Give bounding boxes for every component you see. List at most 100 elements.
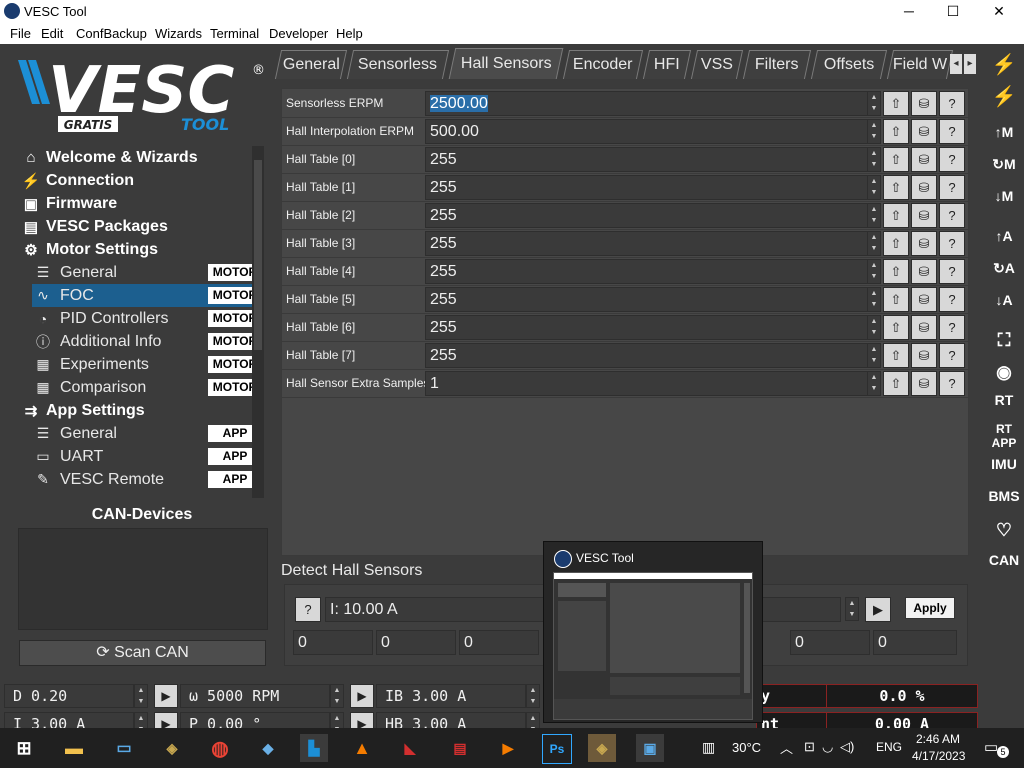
upload-icon[interactable]: ⇧	[883, 259, 909, 284]
tab-offsets[interactable]: Offsets	[810, 50, 888, 79]
help-icon[interactable]: ?	[939, 371, 965, 396]
wifi-icon[interactable]: ◡	[822, 739, 833, 755]
nav-motor-comparison[interactable]: ▦ Comparison MOTOR	[32, 376, 264, 399]
param-value-field[interactable]: 255	[425, 175, 873, 200]
app-red-icon[interactable]: ◣	[396, 734, 424, 762]
hall-result-field[interactable]: 0	[873, 630, 957, 655]
spinbox-arrows[interactable]: ▲▼	[867, 147, 881, 172]
spinbox-arrows[interactable]: ▲▼	[867, 343, 881, 368]
menu-wizards[interactable]: Wizards	[155, 26, 202, 41]
close-button[interactable]: ✕	[976, 0, 1022, 23]
spinbox-arrows[interactable]: ▲▼	[867, 315, 881, 340]
read-default-motor-config-icon[interactable]: ↻M	[984, 156, 1024, 173]
hall-result-field[interactable]: 0	[459, 630, 539, 655]
vlc-icon[interactable]: ▲	[348, 734, 376, 762]
upload-icon[interactable]: ⇧	[883, 175, 909, 200]
tab-scroll-right-icon[interactable]: ▸	[964, 54, 976, 74]
tab-scroll-left-icon[interactable]: ◂	[950, 54, 962, 74]
taskbar-app-icon[interactable]: ▙	[300, 734, 328, 762]
nav-packages[interactable]: ▤ VESC Packages	[22, 215, 168, 238]
help-icon[interactable]: ?	[939, 203, 965, 228]
nav-app-uart[interactable]: ▭ UART APP	[32, 445, 264, 468]
nav-motor-foc[interactable]: ∿ FOC MOTOR	[32, 284, 264, 307]
spinbox-arrows[interactable]: ▲▼	[867, 259, 881, 284]
brake-current-field[interactable]: IB 3.00 A	[376, 684, 526, 708]
nav-app-settings[interactable]: ⇉ App Settings	[22, 399, 145, 422]
windows-start-icon[interactable]: ⊞	[10, 734, 38, 762]
spinbox-arrows[interactable]: ▲▼	[867, 91, 881, 116]
play-icon[interactable]: ▶	[154, 684, 178, 708]
param-value-field[interactable]: 255	[425, 315, 873, 340]
nav-connection[interactable]: ⚡ Connection	[22, 169, 134, 192]
spinbox-arrows[interactable]: ▲▼	[330, 684, 344, 708]
write-motor-config-icon[interactable]: ↓M	[984, 188, 1024, 204]
tab-encoder[interactable]: Encoder	[562, 50, 644, 79]
help-icon[interactable]: ?	[939, 287, 965, 312]
help-icon[interactable]: ?	[939, 315, 965, 340]
tab-general[interactable]: General	[274, 50, 348, 79]
media-player-icon[interactable]: ▶	[494, 734, 522, 762]
database-icon[interactable]: ⛁	[911, 147, 937, 172]
param-value-field[interactable]: 500.00	[425, 119, 873, 144]
tab-filters[interactable]: Filters	[742, 50, 812, 79]
menu-terminal[interactable]: Terminal	[210, 26, 259, 41]
play-icon[interactable]: ▶	[865, 597, 891, 622]
scan-can-button[interactable]: ⟳ Scan CAN	[19, 640, 266, 666]
spinbox-arrows[interactable]: ▲▼	[867, 175, 881, 200]
help-icon[interactable]: ?	[939, 259, 965, 284]
help-icon[interactable]: ?	[295, 597, 321, 622]
preview-thumbnail[interactable]	[553, 572, 753, 720]
tab-sensorless[interactable]: Sensorless	[346, 50, 450, 79]
laptop-icon[interactable]: ▭	[110, 734, 138, 762]
rpm-field[interactable]: ω 5000 RPM	[180, 684, 330, 708]
gamepad-icon[interactable]: ◉	[984, 362, 1024, 383]
menu-edit[interactable]: Edit	[41, 26, 63, 41]
database-icon[interactable]: ⛁	[911, 91, 937, 116]
help-icon[interactable]: ?	[939, 175, 965, 200]
nav-app-general[interactable]: ☰ General APP	[32, 422, 264, 445]
upload-icon[interactable]: ⇧	[883, 343, 909, 368]
hall-result-field[interactable]: 0	[293, 630, 373, 655]
spinbox-arrows[interactable]: ▲▼	[867, 231, 881, 256]
realtime-app-data-icon[interactable]: RT APP	[984, 422, 1024, 450]
league-icon[interactable]: ◈	[158, 734, 186, 762]
nav-welcome[interactable]: ⌂ Welcome & Wizards	[22, 146, 197, 169]
network-icon[interactable]: ⊡	[804, 739, 815, 755]
flag-icon[interactable]: ▤	[446, 734, 474, 762]
spinbox-arrows[interactable]: ▲▼	[526, 684, 540, 708]
nav-firmware[interactable]: ▣ Firmware	[22, 192, 117, 215]
help-icon[interactable]: ?	[939, 91, 965, 116]
param-value-field[interactable]: 255	[425, 259, 873, 284]
param-value-field[interactable]: 255	[425, 231, 873, 256]
minimize-button[interactable]: ─	[886, 0, 932, 23]
taskbar-preview-popup[interactable]: VESC Tool	[543, 541, 763, 723]
upload-icon[interactable]: ⇧	[883, 147, 909, 172]
chrome-icon[interactable]: ◍	[206, 734, 234, 762]
param-value-field[interactable]: 255	[425, 203, 873, 228]
menu-confbackup[interactable]: ConfBackup	[76, 26, 147, 41]
database-icon[interactable]: ⛁	[911, 259, 937, 284]
help-icon[interactable]: ?	[939, 343, 965, 368]
upload-icon[interactable]: ⇧	[883, 203, 909, 228]
temperature[interactable]: 30°C	[732, 740, 761, 755]
database-icon[interactable]: ⛁	[911, 287, 937, 312]
app-icon[interactable]: ◆	[254, 734, 282, 762]
can-icon[interactable]: CAN	[984, 552, 1024, 568]
clock-time[interactable]: 2:46 AM	[916, 732, 960, 746]
menu-file[interactable]: File	[10, 26, 31, 41]
clock-date[interactable]: 4/17/2023	[912, 749, 965, 763]
bms-icon[interactable]: BMS	[984, 488, 1024, 504]
nav-motor-additional[interactable]: ⓘ Additional Info MOTOR	[32, 330, 264, 353]
apply-button[interactable]: Apply	[905, 597, 955, 619]
param-value-field[interactable]: 255	[425, 287, 873, 312]
nav-motor-general[interactable]: ☰ General MOTOR	[32, 261, 264, 284]
notification-icon[interactable]: ▭	[984, 738, 998, 756]
upload-icon[interactable]: ⇧	[883, 315, 909, 340]
file-explorer-icon[interactable]: ▬	[60, 734, 88, 762]
database-icon[interactable]: ⛁	[911, 203, 937, 228]
spinbox-arrows[interactable]: ▲▼	[867, 371, 881, 396]
nav-motor-experiments[interactable]: ▦ Experiments MOTOR	[32, 353, 264, 376]
chevron-up-icon[interactable]: ︿	[780, 738, 793, 757]
database-icon[interactable]: ⛁	[911, 343, 937, 368]
param-value-field[interactable]: 1	[425, 371, 873, 396]
